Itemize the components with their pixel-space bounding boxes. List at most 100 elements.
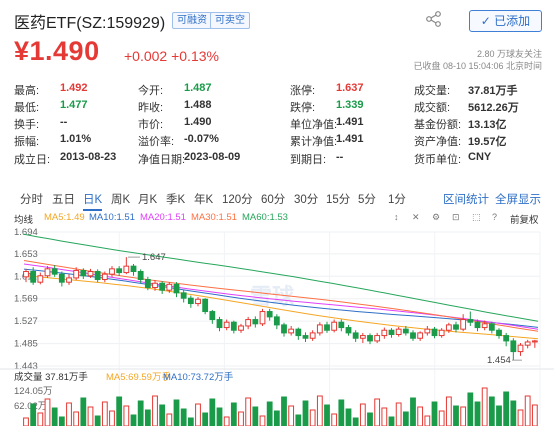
volume-bar [238, 411, 244, 426]
candle-body [130, 265, 137, 273]
candle-body [395, 328, 402, 336]
volume-bar [359, 403, 366, 426]
volume-bar [367, 412, 373, 426]
gear-icon[interactable]: ⚙ [432, 212, 440, 223]
overlay-icon[interactable]: ⬚ [472, 212, 481, 223]
volume-bar [245, 397, 252, 426]
candle-body [238, 325, 244, 331]
y-tick-label: 1.653 [14, 249, 38, 260]
expand-icon[interactable]: ↕ [394, 212, 399, 222]
volume-bar [388, 416, 395, 426]
tab-period[interactable]: 60分 [261, 191, 285, 207]
volume-bar [281, 396, 287, 426]
stats-row: 换手: -- 市价: 1.490 单位净值: 1.491 基金份额: 13.13亿 [14, 116, 544, 133]
y-tick-label: 1.443 [14, 361, 38, 372]
current-price: ¥1.490 [14, 36, 100, 66]
candle-body [531, 340, 538, 343]
help-icon[interactable]: ? [492, 212, 497, 222]
tab-period[interactable]: 日K [83, 191, 103, 211]
candle-body [460, 319, 467, 330]
candle-body [37, 275, 44, 283]
candle-body [58, 273, 65, 283]
volume-bar [230, 402, 237, 426]
tab-period[interactable]: 5分 [358, 191, 376, 207]
tab-period[interactable]: 30分 [294, 191, 318, 207]
share-icon[interactable] [425, 10, 443, 28]
volume-bar [101, 401, 108, 426]
volume-bar [531, 404, 538, 426]
y-tick-label: 1.485 [14, 339, 38, 350]
stat-label: 振幅: [14, 136, 40, 148]
volume-bar [116, 396, 123, 426]
candle-body [273, 316, 280, 326]
tab-period[interactable]: 月K [138, 191, 157, 207]
stat-label: 到期日: [290, 154, 327, 166]
candle-body [474, 321, 481, 329]
added-watchlist-button[interactable]: ✓ 已添加 [469, 10, 542, 32]
volume-bar [309, 409, 316, 426]
volume-bar [424, 415, 431, 426]
volume-bar [159, 404, 166, 426]
candlestick-chart[interactable]: 1.6941.6531.6111.5691.5271.4851.443雪球1.6… [0, 226, 554, 426]
tab-period[interactable]: 15分 [326, 191, 350, 207]
volume-bar [431, 401, 438, 426]
candle-body [195, 298, 201, 305]
ma-legend-item: MA5:1.49 [44, 212, 85, 223]
candle-body [288, 328, 295, 334]
candle-body [481, 323, 488, 329]
volume-bar [166, 413, 173, 426]
tab-period[interactable]: 周K [111, 191, 130, 207]
volume-bar [510, 400, 517, 426]
tab-period[interactable]: 年K [194, 191, 213, 207]
volume-bar [273, 410, 280, 426]
close-icon[interactable]: ✕ [412, 212, 420, 223]
tab-period[interactable]: 分时 [20, 191, 43, 207]
stat-value: 19.57亿 [468, 136, 507, 148]
stat-label: 单位净值: [290, 119, 338, 131]
candle-body [488, 323, 495, 331]
tab-period[interactable]: 120分 [222, 191, 253, 207]
stat-value: 5612.26万 [468, 102, 519, 114]
candle-body [431, 328, 438, 337]
candle-body [223, 321, 230, 329]
candle-body [338, 321, 345, 329]
stat-value: 1.492 [60, 82, 88, 94]
candle-body [144, 279, 151, 289]
candle-body [159, 282, 166, 291]
margin-financing-tag[interactable]: 可融资 [172, 12, 212, 29]
volume-bar [87, 406, 94, 426]
ma-legend-item: MA30:1.51 [191, 212, 237, 223]
volume-bar [94, 415, 101, 426]
volume-bar [137, 400, 144, 426]
volume-bar [374, 398, 381, 426]
volume-bar [524, 395, 531, 426]
volume-bar [216, 407, 223, 426]
range-stats-link[interactable]: 区间统计 [443, 191, 489, 207]
volume-bar [316, 395, 323, 426]
volume-bar [66, 402, 72, 426]
candle-body [467, 319, 474, 323]
stat-label: 净值日期: [138, 154, 186, 166]
volume-bar [503, 391, 510, 426]
candle-body [152, 282, 158, 289]
candle-body [517, 344, 524, 353]
stat-value: 13.13亿 [468, 119, 507, 131]
candle-body [302, 335, 309, 339]
tab-period[interactable]: 1分 [388, 191, 406, 207]
volume-bar [445, 396, 452, 426]
adjust-dropdown[interactable]: 前复权 [510, 212, 539, 226]
layout-icon[interactable]: ⊡ [452, 212, 460, 223]
candle-body [510, 340, 517, 353]
tab-period[interactable]: 五日 [52, 191, 75, 207]
stats-row: 振幅: 1.01% 溢价率: -0.07% 累计净值: 1.491 资产净值: 19.57亿 [14, 133, 544, 150]
candle-body [166, 283, 173, 291]
volume-bar [481, 387, 488, 426]
stat-label: 今开: [138, 85, 164, 97]
candle-body [30, 271, 37, 283]
volume-bar [488, 396, 495, 426]
fullscreen-link[interactable]: 全屏显示 [495, 191, 541, 207]
volume-bar [252, 406, 259, 426]
tab-period[interactable]: 季K [166, 191, 185, 207]
short-selling-tag[interactable]: 可卖空 [210, 12, 250, 29]
candle-body [245, 319, 252, 327]
